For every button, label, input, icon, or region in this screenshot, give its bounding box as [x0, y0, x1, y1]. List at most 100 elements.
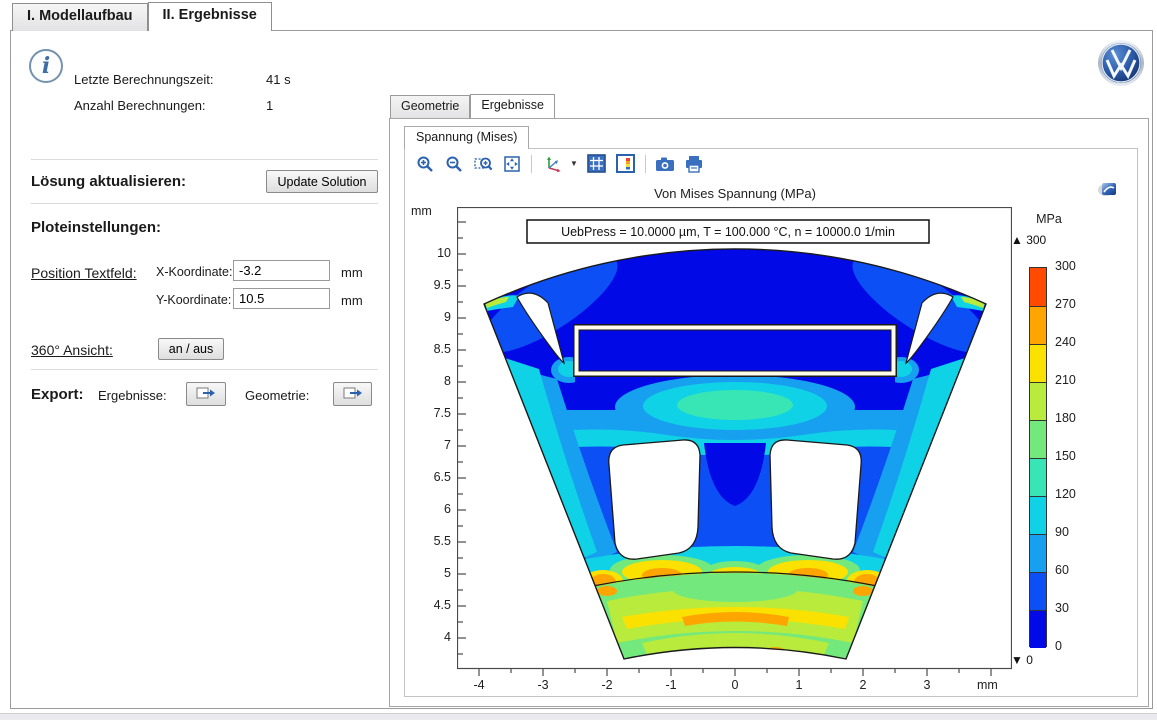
axis-orientation-icon[interactable] [541, 154, 565, 174]
plot-title: Von Mises Spannung (MPa) [585, 186, 885, 201]
colorbar-tick-label: 270 [1055, 297, 1095, 311]
x-tick-label: 0 [720, 678, 750, 692]
x-unit-label: mm [341, 265, 363, 280]
plot-thumbnail-icon[interactable] [1097, 181, 1119, 198]
right-flux-barrier [770, 440, 861, 559]
grid-icon[interactable] [587, 154, 607, 174]
colorbar-tick-label: 240 [1055, 335, 1095, 349]
zoom-out-icon[interactable] [444, 154, 464, 174]
update-solution-button[interactable]: Update Solution [266, 170, 378, 193]
update-solution-heading: Lösung aktualisieren: [31, 173, 186, 190]
colorbar-segment [1030, 610, 1046, 648]
colorbar-tick-label: 60 [1055, 563, 1095, 577]
window-bottom-strip [0, 713, 1157, 720]
colorbar-min-marker: ▼ 0 [1011, 653, 1033, 667]
export-geometry-label: Geometrie: [245, 388, 309, 403]
plot-annotation: UebPress = 10.0000 µm, T = 100.000 °C, n… [527, 220, 929, 243]
vw-logo [1097, 39, 1145, 87]
colorbar-segment [1030, 420, 1046, 458]
tab-ergebnisse[interactable]: II. Ergebnisse [148, 2, 272, 31]
computation-count-label: Anzahl Berechnungen: [74, 98, 206, 113]
colorbar-unit: MPa [1027, 212, 1071, 226]
colorbar-tick-label: 210 [1055, 373, 1095, 387]
colorbar-segment [1030, 382, 1046, 420]
stress-contour-field [457, 207, 1012, 669]
export-results-button[interactable] [186, 382, 226, 406]
zoom-extents-icon[interactable] [502, 154, 522, 174]
colorbar-segment [1030, 458, 1046, 496]
plot-panel: ▼ Von Mises [404, 148, 1138, 697]
colorbar-tick-label: 90 [1055, 525, 1095, 539]
contour-plot[interactable]: UebPress = 10.0000 µm, T = 100.000 °C, n… [457, 207, 1012, 682]
color-legend-icon[interactable] [616, 154, 636, 174]
colorbar-segment [1030, 496, 1046, 534]
x-tick-label: -4 [464, 678, 494, 692]
x-coordinate-input[interactable] [233, 260, 330, 281]
graphics-area[interactable]: Von Mises Spannung (MPa) mm [405, 178, 1137, 696]
export-heading: Export: [31, 386, 84, 403]
y-tick-label: 8 [413, 374, 451, 388]
y-tick-label: 5.5 [413, 534, 451, 548]
x-tick-label: -2 [592, 678, 622, 692]
y-tick-label: 9.5 [413, 278, 451, 292]
y-tick-label: 4 [413, 630, 451, 644]
computation-count-value: 1 [266, 98, 273, 113]
y-tick-label: 10 [413, 246, 451, 260]
colorbar-tick-label: 120 [1055, 487, 1095, 501]
x-tick-label: 1 [784, 678, 814, 692]
zoom-box-icon[interactable] [473, 154, 493, 174]
y-tick-label: 6.5 [413, 470, 451, 484]
results-groupbox: Spannung (Mises) [389, 118, 1149, 707]
y-tick-label: 7.5 [413, 406, 451, 420]
print-icon[interactable] [684, 154, 704, 174]
colorbar [1029, 267, 1047, 647]
colorbar-tick-label: 300 [1055, 259, 1095, 273]
x-coordinate-label: X-Koordinate: [156, 265, 232, 279]
y-tick-label: 8.5 [413, 342, 451, 356]
colorbar-tick-label: 30 [1055, 601, 1095, 615]
colorbar-segment [1030, 268, 1046, 306]
x-tick-label: 2 [848, 678, 878, 692]
position-textfield-label: Position Textfeld: [31, 265, 137, 281]
y-tick-label: 5 [413, 566, 451, 580]
colorbar-tick-label: 150 [1055, 449, 1095, 463]
magnet [573, 324, 897, 377]
result-tab-bar: Geometrie Ergebnisse [390, 95, 555, 118]
last-computation-label: Letzte Berechnungszeit: [74, 72, 213, 87]
x-axis-unit: mm [977, 678, 998, 692]
snapshot-camera-icon[interactable] [655, 154, 675, 174]
divider [31, 369, 378, 370]
tab-geometrie[interactable]: Geometrie [390, 95, 470, 118]
export-icon [196, 386, 216, 403]
y-tick-label: 7 [413, 438, 451, 452]
colorbar-segment [1030, 534, 1046, 572]
main-content-panel: i Letzte Berechnungszeit: 41 s Anzahl Be… [10, 30, 1153, 709]
y-tick-label: 6 [413, 502, 451, 516]
last-computation-value: 41 s [266, 72, 291, 87]
export-geometry-button[interactable] [333, 382, 372, 406]
svg-text:UebPress = 10.0000 µm, T = 100: UebPress = 10.0000 µm, T = 100.000 °C, n… [561, 225, 895, 239]
zoom-in-icon[interactable] [415, 154, 435, 174]
view-360-label: 360° Ansicht: [31, 342, 113, 358]
y-unit-label: mm [341, 293, 363, 308]
app-window: I. Modellaufbau II. Ergebnisse i Letzte … [0, 0, 1157, 720]
y-tick-label: 4.5 [413, 598, 451, 612]
tab-modellaufbau[interactable]: I. Modellaufbau [12, 3, 148, 31]
colorbar-segment [1030, 344, 1046, 382]
x-tick-label: -1 [656, 678, 686, 692]
tab-spannung-mises[interactable]: Spannung (Mises) [404, 126, 529, 149]
plot-tab-bar: Spannung (Mises) [404, 126, 529, 149]
export-results-label: Ergebnisse: [98, 388, 167, 403]
y-coordinate-label: Y-Koordinate: [156, 293, 231, 307]
axis-orientation-dropdown-caret[interactable]: ▼ [570, 159, 578, 168]
toolbar-separator [531, 155, 532, 173]
y-coordinate-input[interactable] [233, 288, 330, 309]
colorbar-segment [1030, 572, 1046, 610]
tab-ergebnisse-plot[interactable]: Ergebnisse [470, 94, 555, 118]
export-icon [343, 386, 363, 403]
view-360-toggle-button[interactable]: an / aus [158, 338, 224, 360]
main-tab-bar: I. Modellaufbau II. Ergebnisse [12, 3, 272, 31]
plot-toolbar: ▼ [405, 149, 1137, 178]
divider [31, 159, 378, 160]
divider [31, 203, 378, 204]
